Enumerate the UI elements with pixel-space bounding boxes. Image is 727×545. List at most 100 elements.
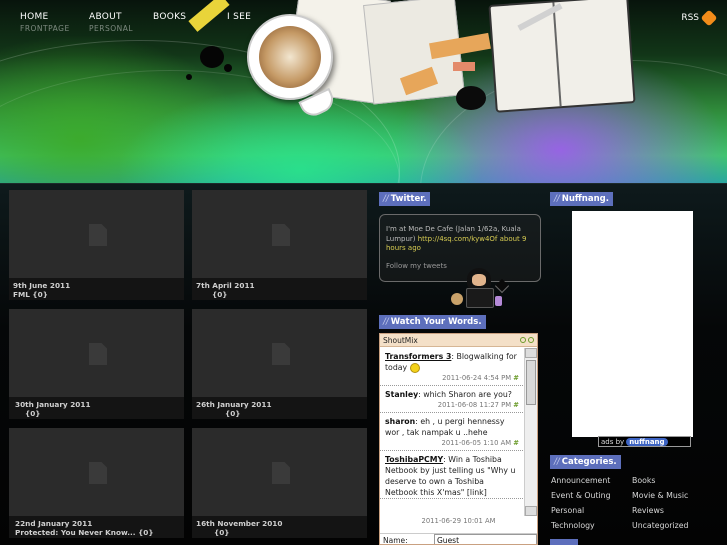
tweet-bubble: I'm at Moe De Cafe (Jalan 1/62a, Kuala L… xyxy=(379,214,541,282)
nuffnang-credit[interactable]: ads by nuffnang xyxy=(598,436,691,447)
refresh-icon[interactable] xyxy=(520,337,526,343)
category-link[interactable]: Reviews xyxy=(632,506,664,515)
post-date: 26th January 2011 xyxy=(196,400,272,409)
category-link[interactable]: Event & Outing xyxy=(551,491,611,500)
post-thumbnail[interactable] xyxy=(9,190,184,278)
shout-author: Stanley xyxy=(385,390,419,399)
nav-sublabel: PERSONAL xyxy=(89,24,134,33)
shout-author: sharon xyxy=(385,417,416,426)
document-icon xyxy=(272,224,290,246)
post-date: 7th April 2011 xyxy=(196,281,255,290)
coffee-cup xyxy=(247,14,338,121)
category-link[interactable]: Books xyxy=(632,476,655,485)
nav-item-home[interactable]: HOME FRONTPAGE xyxy=(20,12,70,33)
shout-time: 2011-06-08 11:27 PM # xyxy=(437,401,519,409)
rss-label: RSS xyxy=(681,13,699,23)
category-link[interactable]: Personal xyxy=(551,506,584,515)
scroll-thumb[interactable] xyxy=(526,360,536,405)
post-title[interactable]: FML {0} xyxy=(13,290,180,299)
post-title[interactable]: {0} xyxy=(13,409,180,418)
post-date: 16th November 2010 xyxy=(196,519,283,528)
post-card[interactable]: 30th January 2011 {0} xyxy=(9,309,184,419)
post-card[interactable]: 7th April 2011 {0} xyxy=(192,190,367,300)
pet-icon xyxy=(451,293,463,305)
shoutmix-header: ShoutMix xyxy=(380,334,537,347)
name-label: Name: xyxy=(383,536,408,545)
ink-splat xyxy=(224,64,232,72)
nav-item-i-see[interactable]: I SEE xyxy=(227,12,251,22)
header-banner: HOME FRONTPAGE ABOUT PERSONAL BOOKS I SE… xyxy=(0,0,727,183)
nav-sublabel: FRONTPAGE xyxy=(20,24,70,33)
document-icon xyxy=(89,224,107,246)
post-card[interactable]: 22nd January 2011 Protected: You Never K… xyxy=(9,428,184,538)
credit-prefix: ads by xyxy=(601,437,625,446)
categories-widget-title: //Categories. xyxy=(550,455,621,469)
post-date: 30th January 2011 xyxy=(15,400,91,409)
ad-slot[interactable] xyxy=(572,211,693,437)
rss-link[interactable]: RSS xyxy=(681,9,718,27)
ink-splat xyxy=(186,74,192,80)
cup-icon xyxy=(495,296,502,306)
nav-label: HOME xyxy=(20,12,49,22)
nav-item-books[interactable]: BOOKS xyxy=(153,12,186,22)
flourish-decoration xyxy=(456,86,486,110)
shout-author[interactable]: ToshibaPCMY xyxy=(385,455,443,464)
follow-link[interactable]: Follow my tweets xyxy=(386,262,534,272)
shout-author[interactable]: Transformers 3 xyxy=(385,352,451,361)
nav-label: BOOKS xyxy=(153,12,187,22)
nuffnang-widget-title: //Nuffnang. xyxy=(550,192,613,206)
post-title[interactable]: {0} xyxy=(196,290,363,299)
category-link[interactable]: Technology xyxy=(551,521,595,530)
post-thumbnail[interactable] xyxy=(192,428,367,516)
post-meta: 26th January 2011 {0} xyxy=(192,397,367,419)
nuffnang-logo: nuffnang xyxy=(626,437,668,446)
scroll-down-icon[interactable] xyxy=(525,506,537,516)
post-thumbnail[interactable] xyxy=(192,309,367,397)
notebook-sketch xyxy=(488,0,636,113)
shout-text: : which Sharon are you? xyxy=(418,390,512,399)
shout-form: Name: xyxy=(380,533,537,545)
settings-icon[interactable] xyxy=(528,337,534,343)
nav-label: I SEE xyxy=(227,12,252,22)
post-meta: 30th January 2011 {0} xyxy=(9,397,184,419)
post-card[interactable]: 26th January 2011 {0} xyxy=(192,309,367,419)
post-thumbnail[interactable] xyxy=(9,428,184,516)
shoutbox-title-text: Watch Your Words. xyxy=(390,317,482,327)
smiley-icon xyxy=(409,363,420,373)
shoutmix-title: ShoutMix xyxy=(383,335,418,345)
scroll-up-icon[interactable] xyxy=(525,348,537,358)
categories-title-text: Categories. xyxy=(561,457,617,467)
nuffnang-title-text: Nuffnang. xyxy=(561,194,609,204)
document-icon xyxy=(272,343,290,365)
post-title[interactable]: {0} xyxy=(196,528,363,537)
shout-message: sharon: eh , u pergi hennessy wor , tak … xyxy=(380,413,523,451)
post-meta: 16th November 2010 {0} xyxy=(192,516,367,538)
category-link[interactable]: Announcement xyxy=(551,476,610,485)
shout-time: 2011-06-24 4:54 PM # xyxy=(442,374,519,382)
shoutmix-scrollbar[interactable] xyxy=(524,348,537,516)
post-thumbnail[interactable] xyxy=(192,190,367,278)
post-card[interactable]: 9th June 2011 FML {0} xyxy=(9,190,184,300)
post-thumbnail[interactable] xyxy=(9,309,184,397)
pencil xyxy=(188,0,230,32)
post-meta: 22nd January 2011 Protected: You Never K… xyxy=(9,516,184,538)
shout-message: ToshibaPCMY: Win a Toshiba Netbook by ju… xyxy=(380,451,523,499)
next-widget-title xyxy=(550,539,578,545)
category-link[interactable]: Movie & Music xyxy=(632,491,688,500)
post-date: 9th June 2011 xyxy=(13,281,71,290)
name-field[interactable] xyxy=(434,534,537,544)
shoutmix-box: ShoutMix Transformers 3: Blogwalking for… xyxy=(379,333,538,545)
shout-message: Transformers 3: Blogwalking for today 20… xyxy=(380,348,523,386)
post-title[interactable]: {0} xyxy=(196,409,363,418)
avatar-face xyxy=(472,274,486,286)
post-meta: 7th April 2011 {0} xyxy=(192,278,367,300)
twitter-widget-title: //Twitter. xyxy=(379,192,431,206)
rss-heart-icon xyxy=(700,9,718,27)
nav-item-about[interactable]: ABOUT PERSONAL xyxy=(89,12,133,33)
post-card[interactable]: 16th November 2010 {0} xyxy=(192,428,367,538)
category-link[interactable]: Uncategorized xyxy=(632,521,689,530)
eraser xyxy=(453,62,475,71)
nav-label: ABOUT xyxy=(89,12,122,22)
document-icon xyxy=(272,462,290,484)
post-title[interactable]: Protected: You Never Know... {0} xyxy=(13,528,180,537)
